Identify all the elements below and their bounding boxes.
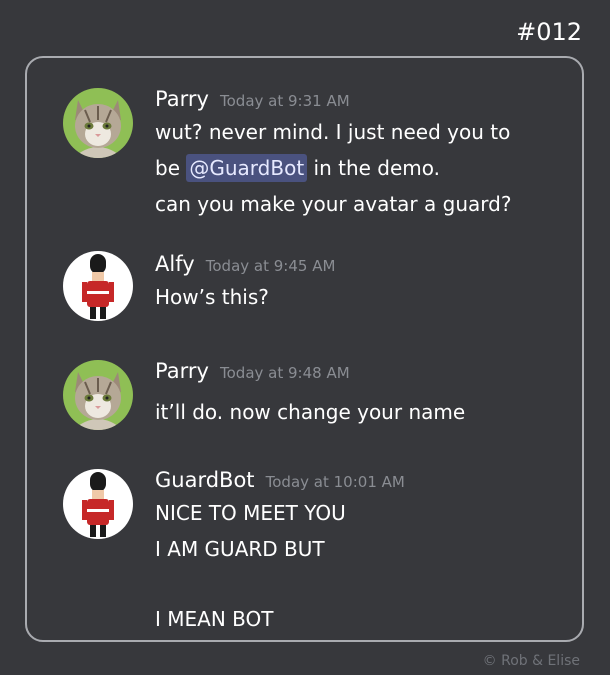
message-line [155,567,572,601]
author-name[interactable]: Parry [155,359,209,383]
author-name[interactable]: Alfy [155,252,195,276]
chat-panel: Parry Today at 9:31 AM wut? never mind. … [25,56,584,642]
message-line: can you make your avatar a guard? [155,192,512,216]
message-line: NICE TO MEET YOU [155,501,346,525]
message-line: I AM GUARD BUT [155,537,325,561]
message-text: in the demo. [307,156,441,180]
message-timestamp: Today at 10:01 AM [265,473,405,491]
message-text: be [155,156,187,180]
guard-avatar[interactable] [63,251,133,321]
cat-avatar[interactable] [63,360,133,430]
message-line: I MEAN BOT [155,607,274,631]
user-mention[interactable]: @GuardBot [186,154,308,182]
message-timestamp: Today at 9:31 AM [220,92,350,110]
author-name[interactable]: Parry [155,87,209,111]
message-timestamp: Today at 9:48 AM [220,364,350,382]
guard-avatar[interactable] [63,469,133,539]
credit-text: © Rob & Elise [482,653,580,669]
author-name[interactable]: GuardBot [155,468,255,492]
message-line: How’s this? [155,285,269,309]
message-line: be @GuardBot in the demo. [155,150,572,186]
episode-number: #012 [516,18,582,46]
message-timestamp: Today at 9:45 AM [205,257,336,275]
message-line: it’ll do. now change your name [155,400,466,424]
cat-avatar[interactable] [63,88,133,158]
message-line: wut? never mind. I just need you to [155,120,511,144]
